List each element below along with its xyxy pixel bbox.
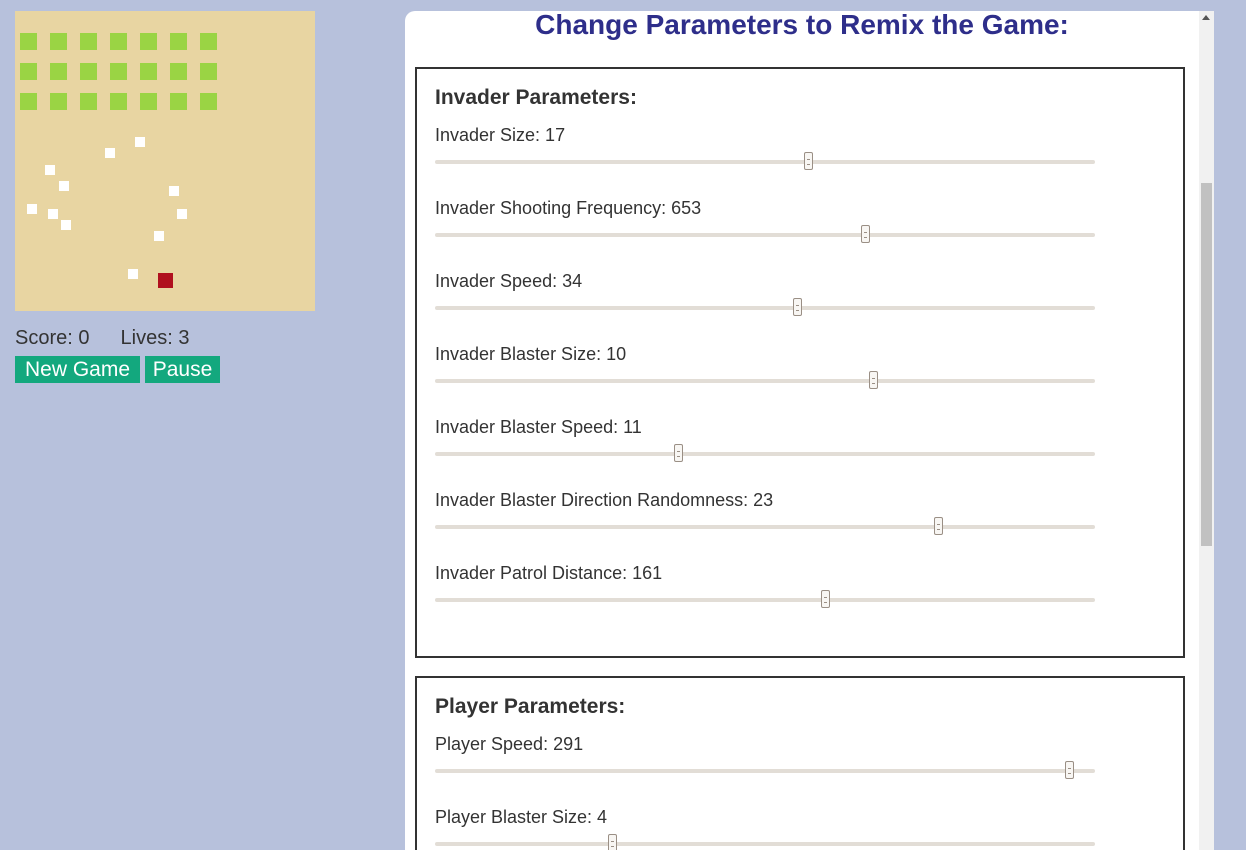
invader [200,63,217,80]
invader-param-slider[interactable] [435,152,1095,170]
invader-blaster [177,209,187,219]
invader [170,93,187,110]
invader [50,63,67,80]
invader [110,63,127,80]
invader-param-label: Invader Blaster Speed: 11 [435,417,642,437]
invader-param-slider[interactable] [435,444,1095,462]
invader-blaster [169,186,179,196]
invader [140,93,157,110]
player-ship [158,273,173,288]
invader-blaster [48,209,58,219]
invader [170,33,187,50]
invader-blaster [45,165,55,175]
game-board [15,11,315,311]
invader [200,93,217,110]
invader-param-label: Invader Blaster Direction Randomness: 23 [435,490,774,510]
slider-thumb[interactable] [803,152,813,170]
invader [20,33,37,50]
invader [20,93,37,110]
slider-thumb[interactable] [869,371,879,389]
player-section-title: Player Parameters: [435,695,626,718]
invader [20,63,37,80]
score-label: Score: [15,327,73,349]
invader-blaster [105,148,115,158]
scrollbar-thumb[interactable] [1201,183,1212,546]
invader [140,33,157,50]
invader-param-slider[interactable] [435,590,1095,608]
invader-blaster [128,269,138,279]
invader-blaster [135,137,145,147]
invader [140,63,157,80]
invader [80,63,97,80]
invader [110,33,127,50]
invader-blaster [61,220,71,230]
player-param-label: Player Blaster Size: 4 [435,807,608,827]
invader [80,93,97,110]
pause-button[interactable]: Pause [145,356,220,383]
invader [50,93,67,110]
invader-param-slider[interactable] [435,371,1095,389]
score-display: Score: 0 Lives: 3 [15,327,189,350]
invader-blaster [154,231,164,241]
invader-parameters-section: Invader Parameters: Invader Size: 17 Inva… [415,67,1185,658]
invader [200,33,217,50]
invader [110,93,127,110]
slider-thumb[interactable] [821,590,831,608]
panel-title: Change Parameters to Remix the Game: [535,11,1069,40]
slider-thumb[interactable] [673,444,683,462]
invader-param-label: Invader Patrol Distance: 161 [435,563,663,583]
slider-thumb[interactable] [1065,761,1075,779]
lives-label: Lives: [120,327,173,349]
invader [80,33,97,50]
slider-thumb[interactable] [792,298,802,316]
parameters-panel: Change Parameters to Remix the Game: Inv… [405,11,1199,850]
invader [170,63,187,80]
invader-param-label: Invader Blaster Size: 10 [435,344,627,364]
invader-param-slider[interactable] [435,517,1095,535]
player-param-slider[interactable] [435,761,1095,779]
new-game-button[interactable]: New Game [15,356,140,383]
invader-param-label: Invader Speed: 34 [435,271,583,291]
invader-param-label: Invader Shooting Frequency: 653 [435,198,702,218]
lives-value: 3 [178,327,190,349]
invader-param-label: Invader Size: 17 [435,125,566,145]
invader-section-title: Invader Parameters: [435,86,637,109]
scrollbar[interactable] [1199,11,1214,850]
player-param-label: Player Speed: 291 [435,734,584,754]
score-value: 0 [78,327,90,349]
slider-thumb[interactable] [933,517,943,535]
player-parameters-section: Player Parameters: Player Speed: 291 Play… [415,676,1185,850]
player-param-slider[interactable] [435,834,1095,850]
invader [50,33,67,50]
invader-param-slider[interactable] [435,298,1095,316]
slider-thumb[interactable] [607,834,617,850]
invader-blaster [59,181,69,191]
invader-param-slider[interactable] [435,225,1095,243]
invader-blaster [27,204,37,214]
scroll-up-arrow-icon[interactable] [1202,15,1210,20]
slider-thumb[interactable] [861,225,871,243]
